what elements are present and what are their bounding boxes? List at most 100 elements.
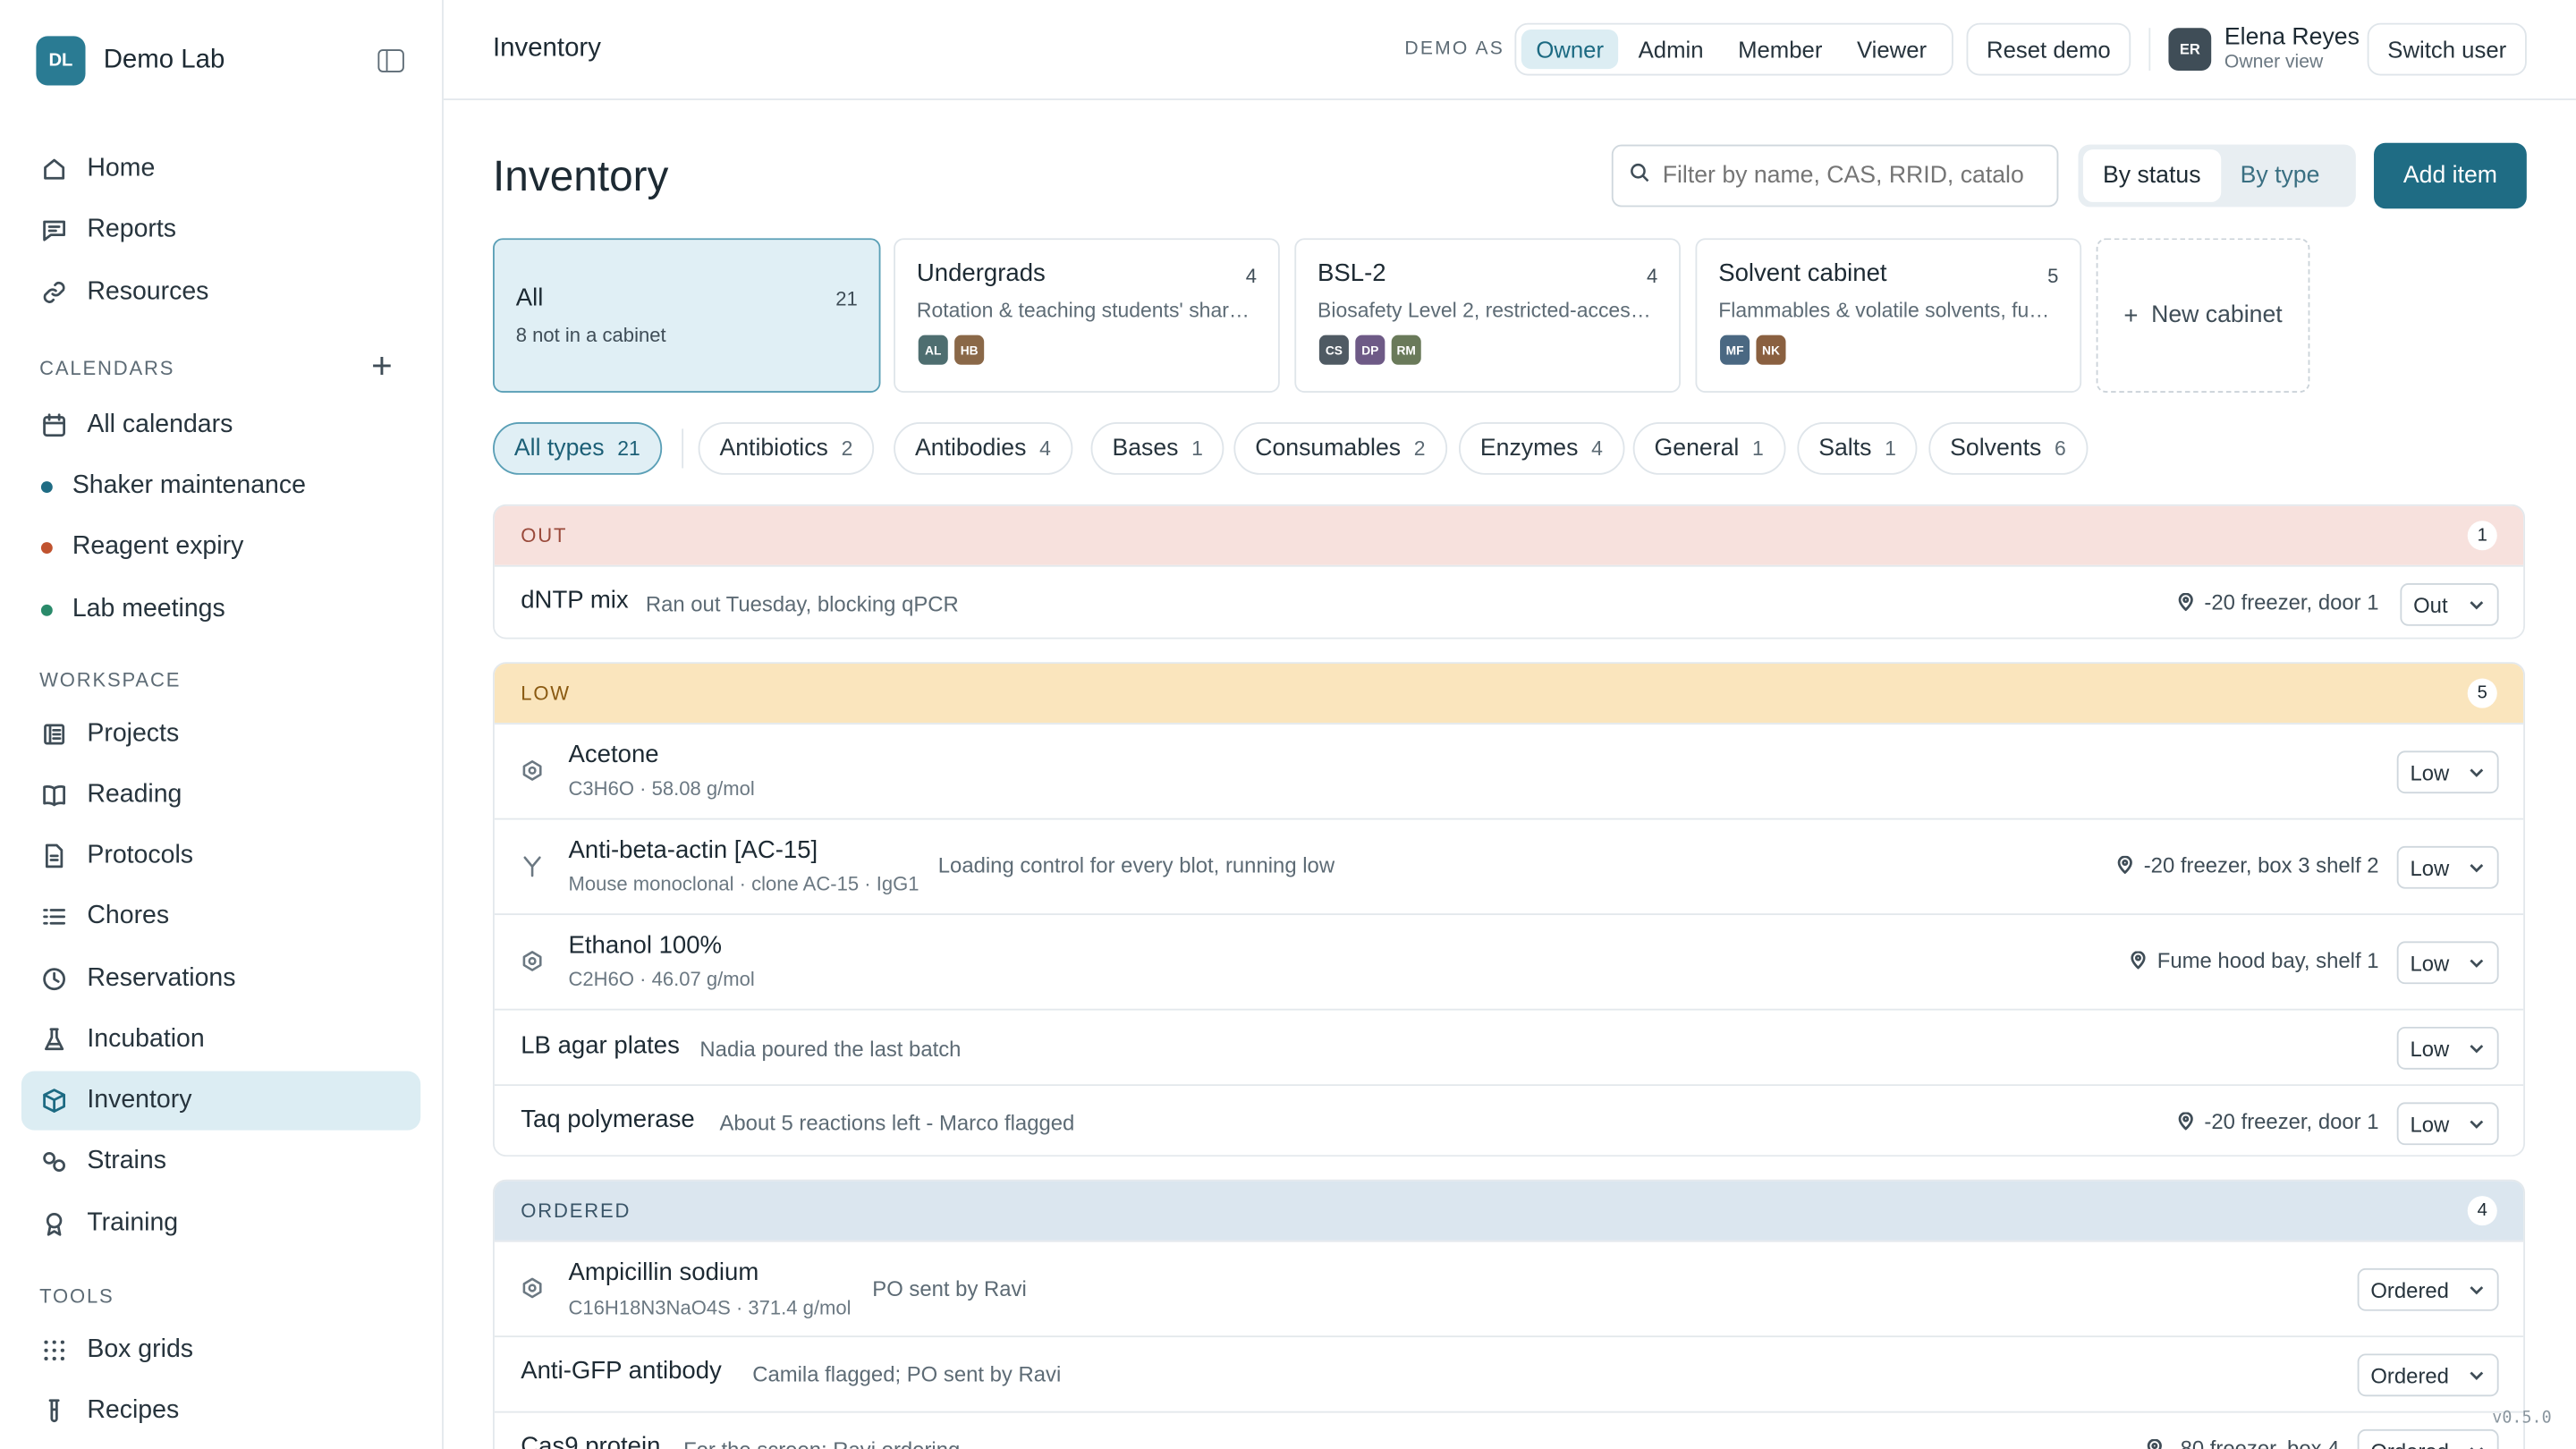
inventory-row[interactable]: Anti-beta-actin [AC-15] Mouse monoclonal… bbox=[494, 818, 2524, 914]
status-select[interactable]: Out bbox=[2400, 583, 2499, 626]
item-formula: C2H6O · 46.07 g/mol bbox=[568, 967, 755, 991]
inventory-row[interactable]: Ethanol 100% C2H6O · 46.07 g/mol Fume ho… bbox=[494, 913, 2524, 1009]
new-cabinet-button[interactable]: + New cabinet bbox=[2096, 238, 2310, 393]
view-by-status[interactable]: By status bbox=[2082, 149, 2221, 202]
nav-reading-label: Reading bbox=[87, 780, 182, 809]
group-header: LOW 5 bbox=[494, 664, 2524, 724]
inventory-row[interactable]: Cas9 protein For the screen; Ravi orderi… bbox=[494, 1411, 2524, 1449]
inventory-row[interactable]: Ampicillin sodium C16H18N3NaO4S · 371.4 … bbox=[494, 1240, 2524, 1336]
nav-calendar-reagent[interactable]: Reagent expiry bbox=[21, 518, 420, 577]
reset-demo-button[interactable]: Reset demo bbox=[1966, 22, 2131, 76]
document-icon bbox=[41, 843, 67, 869]
role-member[interactable]: Member bbox=[1724, 30, 1837, 69]
status-value: Low bbox=[2410, 950, 2450, 976]
cabinet-name: Solvent cabinet bbox=[1718, 259, 1887, 288]
nav-calendar-shaker[interactable]: Shaker maintenance bbox=[21, 457, 420, 516]
switch-user-button[interactable]: Switch user bbox=[2367, 22, 2527, 76]
inventory-row[interactable]: dNTP mix Ran out Tuesday, blocking qPCR … bbox=[494, 564, 2524, 638]
chip-label: Antibodies bbox=[915, 435, 1027, 462]
nav-chores[interactable]: Chores bbox=[21, 887, 420, 946]
member-avatar: CS bbox=[1318, 333, 1351, 367]
chevron-down-icon bbox=[2470, 1120, 2484, 1129]
chevron-down-icon bbox=[2470, 1447, 2484, 1449]
group-count: 4 bbox=[2467, 1196, 2497, 1226]
cabinet-card-solvent[interactable]: Solvent cabinet 5 Flammables & volatile … bbox=[1695, 238, 2082, 393]
nav-resources[interactable]: Resources bbox=[21, 263, 420, 322]
nav-reports[interactable]: Reports bbox=[21, 200, 420, 259]
projects-icon bbox=[41, 721, 67, 747]
cabinet-card-all[interactable]: All 21 8 not in a cabinet bbox=[493, 238, 881, 393]
cabinet-card-undergrads[interactable]: Undergrads 4 Rotation & teaching student… bbox=[894, 238, 1280, 393]
calendar-color-dot bbox=[40, 541, 53, 554]
role-owner[interactable]: Owner bbox=[1521, 30, 1619, 70]
status-select[interactable]: Ordered bbox=[2357, 1428, 2499, 1449]
type-chip-salts[interactable]: Salts 1 bbox=[1797, 422, 1918, 475]
type-chip-consumables[interactable]: Consumables 2 bbox=[1233, 422, 1447, 475]
status-group-out: OUT 1 dNTP mix Ran out Tuesday, blocking… bbox=[493, 504, 2526, 640]
workspace-switcher[interactable]: DL Demo Lab bbox=[36, 36, 225, 86]
status-select[interactable]: Low bbox=[2396, 750, 2499, 794]
status-select[interactable]: Ordered bbox=[2357, 1353, 2499, 1397]
nav-training[interactable]: Training bbox=[21, 1194, 420, 1253]
nav-calendar-meetings[interactable]: Lab meetings bbox=[21, 580, 420, 639]
workspace-badge: DL bbox=[36, 36, 86, 86]
nav-inventory[interactable]: Inventory bbox=[21, 1071, 421, 1131]
status-select[interactable]: Low bbox=[2396, 1102, 2499, 1146]
location-text: -20 freezer, box 3 shelf 2 bbox=[2143, 852, 2379, 877]
status-value: Low bbox=[2410, 759, 2450, 785]
nav-all-calendars[interactable]: All calendars bbox=[21, 396, 420, 455]
item-formula: C16H18N3NaO4S · 371.4 g/mol bbox=[568, 1296, 852, 1319]
status-select[interactable]: Low bbox=[2396, 845, 2499, 889]
inventory-row[interactable]: Anti-GFP antibody Camila flagged; PO sen… bbox=[494, 1335, 2524, 1411]
nav-strains[interactable]: Strains bbox=[21, 1131, 420, 1191]
cabinet-description: Rotation & teaching students' shared ben… bbox=[916, 299, 1257, 322]
type-chip-bases[interactable]: Bases 1 bbox=[1090, 422, 1224, 475]
type-chip-antibiotics[interactable]: Antibiotics 2 bbox=[698, 422, 875, 475]
type-chip-all[interactable]: All types 21 bbox=[493, 422, 662, 475]
search-input[interactable] bbox=[1662, 162, 2024, 190]
member-avatar: HB bbox=[953, 333, 987, 367]
type-chip-solvents[interactable]: Solvents 6 bbox=[1928, 422, 2088, 475]
nav-incubation[interactable]: Incubation bbox=[21, 1011, 420, 1070]
nav-reading[interactable]: Reading bbox=[21, 766, 420, 825]
chip-label: Salts bbox=[1818, 435, 1872, 462]
status-select[interactable]: Low bbox=[2396, 1026, 2499, 1070]
nav-resources-label: Resources bbox=[87, 277, 209, 306]
add-calendar-icon[interactable]: + bbox=[371, 347, 393, 383]
cabinet-name: All bbox=[515, 284, 544, 312]
nav-box-grids[interactable]: Box grids bbox=[21, 1321, 420, 1380]
group-count: 5 bbox=[2467, 678, 2497, 708]
chemical-icon bbox=[521, 759, 544, 783]
role-viewer[interactable]: Viewer bbox=[1842, 30, 1941, 69]
item-name: Anti-beta-actin [AC-15] bbox=[568, 835, 818, 865]
chip-count: 1 bbox=[1885, 436, 1896, 461]
type-chip-general[interactable]: General 1 bbox=[1632, 422, 1785, 475]
nav-protocols[interactable]: Protocols bbox=[21, 826, 420, 886]
view-by-type[interactable]: By type bbox=[2221, 149, 2340, 202]
nav-home[interactable]: Home bbox=[21, 140, 420, 199]
chevron-down-icon bbox=[2470, 1286, 2484, 1295]
chevron-down-icon bbox=[2470, 601, 2484, 610]
role-admin[interactable]: Admin bbox=[1623, 30, 1718, 69]
nav-reservations[interactable]: Reservations bbox=[21, 950, 420, 1009]
inventory-row[interactable]: LB agar plates Nadia poured the last bat… bbox=[494, 1008, 2524, 1085]
group-label: ORDERED bbox=[521, 1199, 631, 1223]
chat-icon bbox=[41, 216, 67, 242]
search-box[interactable] bbox=[1611, 144, 2059, 208]
add-item-button[interactable]: Add item bbox=[2374, 142, 2527, 209]
inventory-row[interactable]: Acetone C3H6O · 58.08 g/mol Low bbox=[494, 723, 2524, 818]
inventory-row[interactable]: Taq polymerase About 5 reactions left - … bbox=[494, 1084, 2524, 1156]
grid-icon bbox=[41, 1337, 67, 1363]
item-note: About 5 reactions left - Marco flagged bbox=[719, 1110, 1075, 1136]
type-chip-enzymes[interactable]: Enzymes 4 bbox=[1458, 422, 1624, 475]
sidebar-toggle-icon[interactable] bbox=[377, 49, 404, 72]
item-note: Nadia poured the last batch bbox=[699, 1036, 962, 1062]
chip-count: 6 bbox=[2055, 436, 2066, 461]
status-select[interactable]: Ordered bbox=[2357, 1267, 2499, 1311]
nav-projects[interactable]: Projects bbox=[21, 705, 420, 764]
nav-inventory-label: Inventory bbox=[87, 1086, 192, 1114]
nav-recipes[interactable]: Recipes bbox=[21, 1382, 420, 1441]
cabinet-card-bsl2[interactable]: BSL-2 4 Biosafety Level 2, restricted-ac… bbox=[1294, 238, 1681, 393]
status-select[interactable]: Low bbox=[2396, 941, 2499, 985]
type-chip-antibodies[interactable]: Antibodies 4 bbox=[894, 422, 1072, 475]
